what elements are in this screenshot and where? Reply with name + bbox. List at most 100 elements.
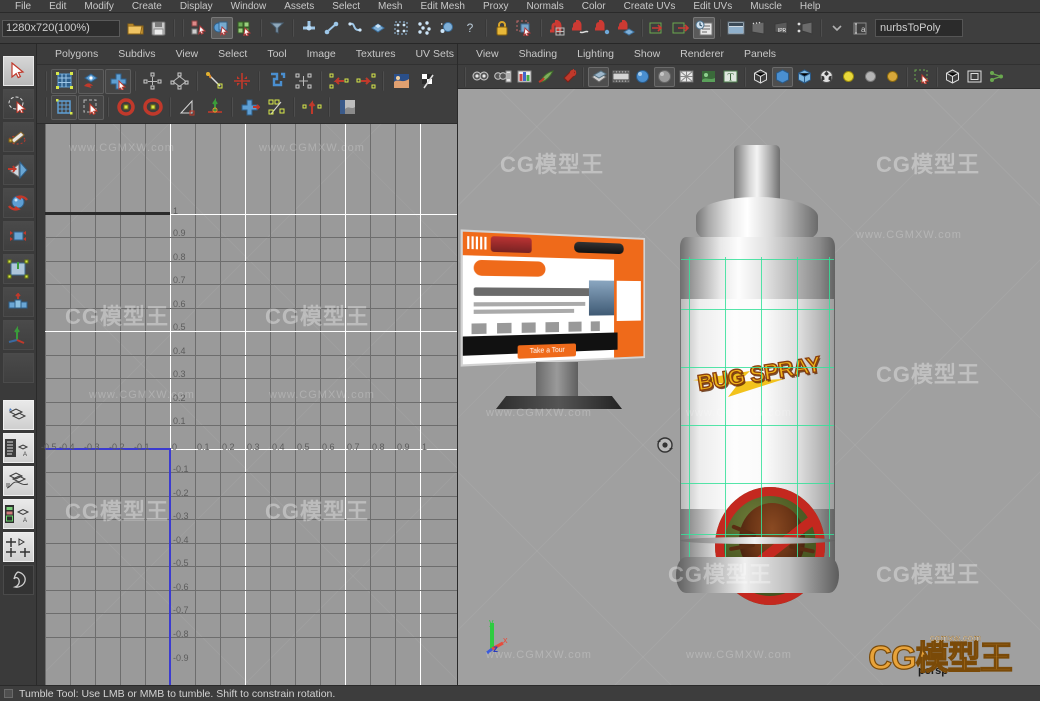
main-menu-bar[interactable]: File Edit Modify Create Display Window Assets S… xyxy=(0,0,1040,13)
select-tool[interactable] xyxy=(2,56,34,86)
menu-item-create[interactable]: Create xyxy=(123,2,171,12)
uv-toolbar-row-1[interactable] xyxy=(43,68,457,94)
snap-magnet-curve-icon[interactable] xyxy=(569,17,591,39)
tool-box[interactable]: A A xyxy=(0,44,37,685)
viewport-menu-panels[interactable]: Panels xyxy=(734,48,786,60)
input-connection-icon[interactable] xyxy=(647,17,669,39)
snap-magnet-plane-icon[interactable] xyxy=(615,17,637,39)
viewport-menu-show[interactable]: Show xyxy=(624,48,670,60)
status-line-toolbar[interactable]: 1280x720(100%) ? IPR a nurbsToPoly xyxy=(0,13,1040,44)
uv-texture-editor-panel[interactable]: Polygons Subdivs View Select Tool Image … xyxy=(37,44,476,685)
uv-relax-icon[interactable] xyxy=(291,69,317,94)
layout-hypershade-persp[interactable]: A xyxy=(2,499,34,529)
menu-item-window[interactable]: Window xyxy=(222,2,276,12)
soft-modification-tool[interactable] xyxy=(2,287,34,317)
open-scene-icon[interactable] xyxy=(124,17,146,39)
uv-layout-icon[interactable] xyxy=(264,95,290,120)
snap-to-grid-icon[interactable] xyxy=(321,17,343,39)
uv-menu-subdivs[interactable]: Subdivs xyxy=(108,48,165,60)
smooth-shade-all-icon[interactable] xyxy=(632,67,653,87)
uv-editor-menu-bar[interactable]: Polygons Subdivs View Select Tool Image … xyxy=(37,44,476,65)
rename-field-icon[interactable]: a xyxy=(849,17,871,39)
uv-move-right-icon[interactable] xyxy=(353,69,379,94)
last-tool-used[interactable] xyxy=(2,353,34,383)
uv-shade-uvs-icon[interactable] xyxy=(105,68,131,94)
camera-attributes-icon[interactable] xyxy=(492,67,513,87)
menu-item-edit-uvs[interactable]: Edit UVs xyxy=(684,2,741,12)
construction-history-icon[interactable] xyxy=(693,17,715,39)
perspective-viewport-panel[interactable]: View Shading Lighting Show Renderer Pane… xyxy=(457,44,1040,685)
menu-item-display[interactable]: Display xyxy=(171,2,222,12)
snap-magnet-point-icon[interactable] xyxy=(592,17,614,39)
uv-isolate-select-icon[interactable] xyxy=(140,69,166,94)
uv-cut-uv-icon[interactable] xyxy=(202,69,228,94)
chevron-down-icon[interactable] xyxy=(826,17,848,39)
layout-single-perspective[interactable] xyxy=(2,400,34,430)
use-all-lights-icon[interactable] xyxy=(860,67,881,87)
uv-sew-icon[interactable] xyxy=(237,95,263,120)
high-quality-render-icon[interactable] xyxy=(816,67,837,87)
uv-split-uv-icon[interactable] xyxy=(229,69,255,94)
snap-to-curve-icon[interactable] xyxy=(344,17,366,39)
bounding-box-icon[interactable] xyxy=(794,67,815,87)
uv-rotate-icon[interactable] xyxy=(202,95,228,120)
paint-select-tool[interactable] xyxy=(2,122,34,152)
two-d-pan-zoom-icon[interactable] xyxy=(536,67,557,87)
help-icon[interactable]: ? xyxy=(459,17,481,39)
viewport-menu-view[interactable]: View xyxy=(466,48,509,60)
save-scene-icon[interactable] xyxy=(147,17,169,39)
select-by-component-type-icon[interactable] xyxy=(234,17,256,39)
universal-manipulator-tool[interactable] xyxy=(2,254,34,284)
menu-item-edit[interactable]: Edit xyxy=(40,2,75,12)
wireframe-on-shaded-icon[interactable] xyxy=(676,67,697,87)
menu-item-edit-mesh[interactable]: Edit Mesh xyxy=(411,2,473,12)
menu-item-file[interactable]: File xyxy=(6,2,40,12)
xray-joints-icon[interactable] xyxy=(772,66,793,87)
uv-display-image-icon[interactable] xyxy=(78,68,104,94)
display-text-icon[interactable]: T xyxy=(720,67,741,87)
film-gate-icon[interactable] xyxy=(610,67,631,87)
snap-to-view-plane-icon[interactable] xyxy=(413,17,435,39)
menu-item-help[interactable]: Help xyxy=(791,2,830,12)
layout-persp-graph[interactable] xyxy=(2,466,34,496)
menu-item-modify[interactable]: Modify xyxy=(75,2,122,12)
output-connection-icon[interactable] xyxy=(670,17,692,39)
lasso-tool[interactable] xyxy=(2,89,34,119)
shadows-icon[interactable] xyxy=(882,67,903,87)
scale-tool[interactable] xyxy=(2,221,34,251)
lock-icon[interactable] xyxy=(491,17,513,39)
uv-editor-toolbar[interactable] xyxy=(37,65,457,124)
uv-selection-edge-vertical[interactable] xyxy=(169,448,171,685)
select-by-object-type-icon[interactable] xyxy=(211,17,233,39)
uv-dim-image-icon[interactable] xyxy=(334,95,360,120)
layout-paint-effects[interactable] xyxy=(2,565,34,595)
uv-isolate-add-icon[interactable] xyxy=(167,69,193,94)
viewport-3d-canvas[interactable]: Take a Tour BUG SPRAY y x z persp CG模型王 … xyxy=(458,89,1040,685)
render-current-frame-icon[interactable] xyxy=(725,17,747,39)
menu-item-proxy[interactable]: Proxy xyxy=(474,2,518,12)
menu-item-assets[interactable]: Assets xyxy=(275,2,323,12)
menu-item-create-uvs[interactable]: Create UVs xyxy=(615,2,685,12)
isolate-select-icon[interactable] xyxy=(912,67,933,87)
uv-menu-polygons[interactable]: Polygons xyxy=(45,48,108,60)
layout-four-view[interactable] xyxy=(2,532,34,562)
uv-flip-icon[interactable] xyxy=(175,95,201,120)
menu-item-color[interactable]: Color xyxy=(573,2,615,12)
uv-menu-image[interactable]: Image xyxy=(297,48,346,60)
uv-move-left-icon[interactable] xyxy=(326,69,352,94)
show-manipulator-tool[interactable] xyxy=(2,320,34,350)
xray-icon[interactable] xyxy=(750,67,771,87)
viewport-menu-lighting[interactable]: Lighting xyxy=(567,48,624,60)
viewport-menu-bar[interactable]: View Shading Lighting Show Renderer Pane… xyxy=(458,44,1040,65)
use-default-light-icon[interactable] xyxy=(838,67,859,87)
menu-item-mesh[interactable]: Mesh xyxy=(369,2,411,12)
uv-display-grid-icon[interactable] xyxy=(51,68,77,94)
single-perspective-icon[interactable] xyxy=(942,67,963,87)
select-by-hierarchy-icon[interactable] xyxy=(188,17,210,39)
selection-mask-icon[interactable] xyxy=(514,17,536,39)
snap-magnet-icon[interactable] xyxy=(298,17,320,39)
outliner-graph-icon[interactable] xyxy=(986,67,1007,87)
two-pane-icon[interactable] xyxy=(964,67,985,87)
computer-monitor[interactable]: Take a Tour xyxy=(458,229,663,424)
render-region-icon[interactable]: IPR xyxy=(771,17,793,39)
